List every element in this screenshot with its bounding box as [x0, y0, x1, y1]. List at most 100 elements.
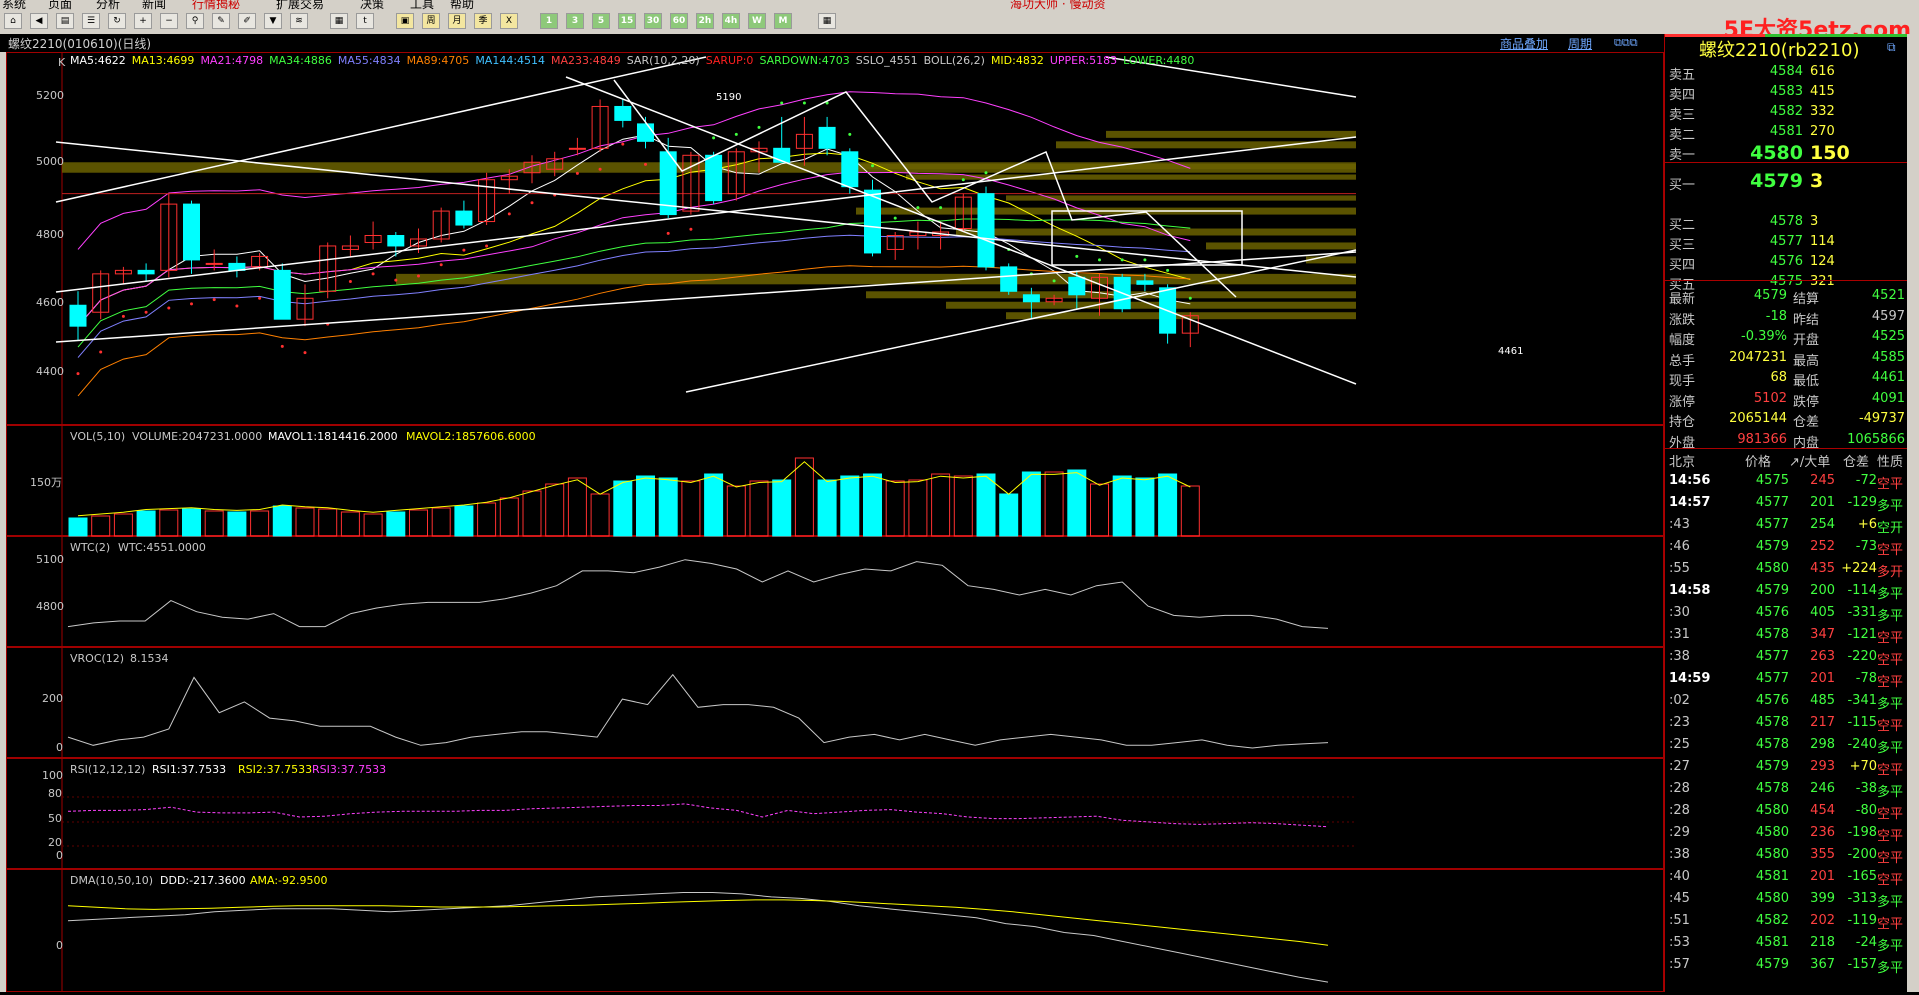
zone-band — [1106, 130, 1356, 138]
quarter-icon[interactable]: 季 — [474, 13, 492, 29]
period-30m-button[interactable]: 30 — [644, 13, 662, 29]
tick-type: 空平 — [1877, 807, 1904, 822]
indicator-legend: MA5:4622 MA13:4699 MA21:4798 MA34:4886 MA55:… — [70, 54, 1200, 67]
tick-icon[interactable]: t — [356, 13, 374, 29]
menu-item-analysis[interactable]: 分析 — [96, 0, 120, 10]
tick-type: 空平 — [1877, 763, 1904, 778]
volume-bar — [863, 473, 882, 537]
candle-body — [637, 123, 654, 142]
filter-icon[interactable]: ▼ — [264, 13, 282, 29]
tick-type: 多开 — [1877, 565, 1904, 580]
menu-item-decision[interactable]: 决策 — [360, 0, 384, 10]
candle-body — [183, 203, 200, 261]
tick-price: 4578 — [1755, 781, 1789, 796]
tick-volume: 252 — [1810, 539, 1835, 554]
tick-oi-change: -114 — [1847, 583, 1877, 598]
ask-row: 卖二 4581 270 — [1665, 122, 1908, 143]
period-2h-button[interactable]: 2h — [696, 13, 714, 29]
rsi-label: RSI(12,12,12) — [70, 763, 145, 776]
period-1m-button[interactable]: 1 — [540, 13, 558, 29]
indicator-12: BOLL(26,2) — [923, 54, 985, 67]
stat-value: -18 — [1765, 308, 1787, 324]
menu-item-trade[interactable]: 扩展交易 — [276, 0, 324, 10]
tick-time: :25 — [1669, 737, 1690, 752]
sar-dot — [644, 162, 647, 166]
bid-price: 4576 — [1769, 254, 1803, 269]
overlay-product-link[interactable]: 商品叠加 — [1500, 35, 1548, 52]
menu-item-tools[interactable]: 工具 — [410, 0, 434, 10]
menu-item-system[interactable]: 系统 — [2, 0, 26, 10]
sar-dot — [1075, 254, 1079, 258]
period-15m-button[interactable]: 15 — [618, 13, 636, 29]
right-side-tabs[interactable] — [1907, 34, 1919, 992]
bid-row: 买二 4578 3 — [1665, 212, 1908, 233]
tick-price: 4580 — [1755, 825, 1789, 840]
bid-row: 买四 4576 124 — [1665, 252, 1908, 273]
menu-item-news[interactable]: 新闻 — [142, 0, 166, 10]
stat-value: 981366 — [1737, 431, 1787, 447]
sar-dot — [235, 304, 239, 308]
period-60m-button[interactable]: 60 — [670, 13, 688, 29]
tick-time: :53 — [1669, 935, 1690, 950]
week-icon[interactable]: 周 — [422, 13, 440, 29]
table-icon[interactable]: ▦ — [330, 13, 348, 29]
menu-item-page[interactable]: 页面 — [48, 0, 72, 10]
indicator-icon[interactable]: ≋ — [290, 13, 308, 29]
book-icon[interactable]: ▤ — [56, 13, 74, 29]
year-icon[interactable]: X — [500, 13, 518, 29]
volume-bar — [1044, 471, 1064, 537]
volume-bar — [681, 480, 701, 537]
tick-row: :51 4582 202 -119 空平 — [1665, 910, 1908, 932]
period-3m-button[interactable]: 3 — [566, 13, 584, 29]
stat-label: 跌停 — [1793, 394, 1820, 410]
stat-label: 最高 — [1793, 353, 1820, 369]
home-icon[interactable]: ⌂ — [4, 13, 22, 29]
tick-oi-change: -119 — [1847, 913, 1877, 928]
menu-item-help[interactable]: 帮助 — [450, 0, 474, 10]
list-icon[interactable]: ☰ — [82, 13, 100, 29]
zoom-in-icon[interactable]: + — [134, 13, 152, 29]
tick-oi-change: -38 — [1855, 781, 1877, 796]
menu-item-reveal[interactable]: 行情揭秘 — [192, 0, 240, 10]
search-icon[interactable]: ⚲ — [186, 13, 204, 29]
back-icon[interactable]: ◀ — [30, 13, 48, 29]
tick-time: :45 — [1669, 891, 1690, 906]
tick-price: 4577 — [1755, 517, 1789, 532]
period-4h-button[interactable]: 4h — [722, 13, 740, 29]
sar-dot — [394, 278, 398, 282]
stat-label: 最低 — [1793, 374, 1820, 389]
candle-body — [1022, 294, 1040, 303]
tick-row: :38 4577 263 -220 空平 — [1665, 646, 1908, 668]
window-controls-icon[interactable]: ⧉⧉⧉ — [1614, 36, 1638, 50]
zoom-out-icon[interactable]: − — [160, 13, 178, 29]
draw-icon[interactable]: ✎ — [212, 13, 230, 29]
tick-time: :46 — [1669, 539, 1690, 554]
chart-area[interactable]: K 5200 5000 4800 4600 4400 5190 4461 VOL… — [6, 52, 1664, 992]
stat-value: 1065866 — [1847, 431, 1905, 447]
zone-band — [946, 301, 1356, 309]
sar-dot — [371, 272, 375, 276]
brush-icon[interactable]: ✐ — [238, 13, 256, 29]
period-week-button[interactable]: W — [748, 13, 766, 29]
indicator-7: MA233:4849 — [551, 54, 621, 67]
stat-value: 4597 — [1871, 308, 1905, 324]
sar-dot — [99, 350, 103, 354]
vol-mavol2: MAVOL2:1857606.6000 — [406, 430, 536, 443]
period-month-button[interactable]: M — [774, 13, 792, 29]
dma-ama: AMA:-92.9500 — [250, 874, 328, 887]
restore-icon[interactable]: ⧉ — [1887, 40, 1896, 55]
tick-oi-change: -78 — [1855, 671, 1877, 686]
period-link[interactable]: 周期 — [1568, 35, 1592, 52]
rsi-ytick-100: 100 — [42, 769, 63, 782]
grid-icon[interactable]: ▦ — [818, 13, 836, 29]
indicator-8: SAR(10,2,20) — [626, 54, 700, 67]
tick-price: 4578 — [1755, 737, 1789, 752]
indicator-15: LOWER:4480 — [1123, 54, 1195, 67]
tick-price: 4581 — [1755, 935, 1789, 950]
month-icon[interactable]: 月 — [448, 13, 466, 29]
volume-bar — [1180, 485, 1200, 537]
period-5m-button[interactable]: 5 — [592, 13, 610, 29]
stat-label: 昨结 — [1793, 312, 1820, 328]
refresh-icon[interactable]: ↻ — [108, 13, 126, 29]
calendar-icon[interactable]: ▣ — [396, 13, 414, 29]
